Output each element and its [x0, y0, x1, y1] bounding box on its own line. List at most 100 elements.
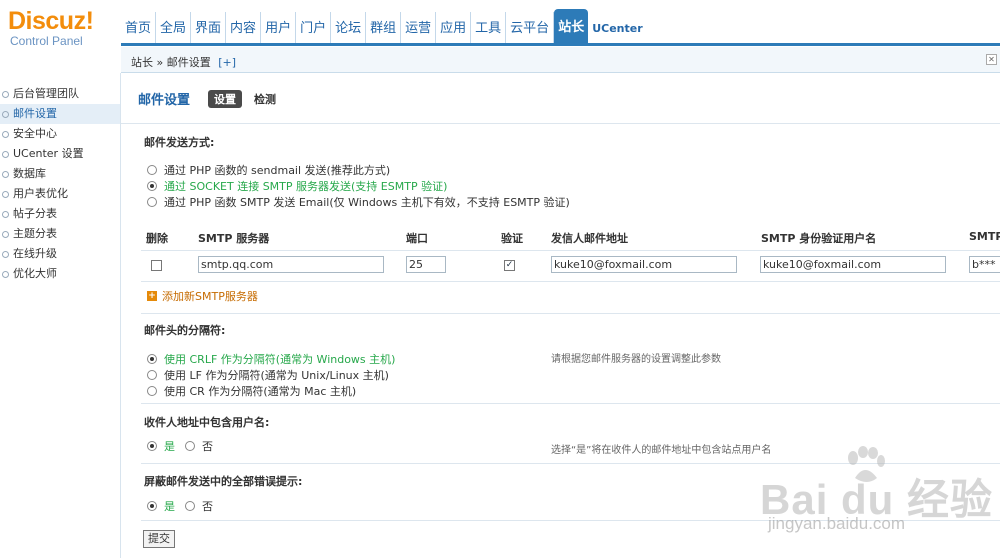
nav-home[interactable]: 首页: [121, 12, 157, 46]
page-title: 邮件设置: [138, 93, 191, 108]
option-yes[interactable]: 是: [147, 498, 175, 514]
logo[interactable]: Discuz! Control Panel: [8, 8, 118, 48]
hide-errors-options: 是 否: [147, 498, 223, 514]
sidebar-item-security[interactable]: 安全中心: [0, 124, 120, 144]
nav-content[interactable]: 内容: [226, 12, 262, 46]
radio-button[interactable]: [147, 501, 157, 511]
sidebar-item-thread-split[interactable]: 主题分表: [0, 224, 120, 244]
separator-option[interactable]: 使用 LF 作为分隔符(通常为 Unix/Linux 主机): [147, 367, 389, 382]
radio-button[interactable]: [147, 385, 157, 396]
separator-option[interactable]: 使用 CRLF 作为分隔符(通常为 Windows 主机): [147, 351, 395, 366]
divider: [141, 403, 1000, 404]
col-port: 端口: [406, 232, 428, 245]
close-icon[interactable]: ✕: [986, 54, 997, 65]
smtp-table-header: 删除 SMTP 服务器 端口 验证 发信人邮件地址 SMTP 身份验证用户名 S…: [141, 226, 1000, 248]
include-user-title: 收件人地址中包含用户名:: [144, 416, 270, 429]
col-password: SMTP: [969, 230, 1000, 243]
smtp-username-input[interactable]: kuke10@foxmail.com: [760, 256, 946, 273]
nav-portal[interactable]: 门户: [296, 12, 332, 46]
col-delete: 删除: [146, 232, 168, 245]
nav-forum[interactable]: 论坛: [331, 12, 367, 46]
smtp-password-input[interactable]: b***: [969, 256, 1000, 273]
nav-webmaster[interactable]: 站长: [554, 9, 589, 46]
delete-checkbox[interactable]: [151, 260, 162, 271]
sidebar-item-admin-team[interactable]: 后台管理团队: [0, 84, 120, 104]
radio-button[interactable]: [185, 501, 195, 511]
send-method-title: 邮件发送方式:: [144, 136, 215, 149]
separator-hint: 请根据您邮件服务器的设置调整此参数: [551, 354, 721, 365]
header: Discuz! Control Panel 首页 全局 界面 内容 用户 门户 …: [0, 0, 1000, 48]
breadcrumb-bar: 站长 » 邮件设置 [+] ✕: [121, 47, 1000, 73]
send-method-option[interactable]: 通过 SOCKET 连接 SMTP 服务器发送(支持 ESMTP 验证): [147, 178, 447, 193]
radio-button[interactable]: [147, 196, 157, 207]
option-yes[interactable]: 是: [147, 438, 175, 454]
sidebar-item-ucenter[interactable]: UCenter 设置: [0, 144, 120, 164]
hide-errors-title: 屏蔽邮件发送中的全部错误提示:: [144, 475, 303, 488]
radio-button[interactable]: [147, 164, 157, 175]
include-user-hint: 选择“是”将在收件人的邮件地址中包含站点用户名: [551, 445, 772, 456]
send-method-option[interactable]: 通过 PHP 函数 SMTP 发送 Email(仅 Windows 主机下有效，…: [147, 194, 570, 209]
sidebar-item-database[interactable]: 数据库: [0, 164, 120, 184]
add-to-favorites-link[interactable]: [+]: [218, 56, 236, 69]
col-auth: 验证: [501, 232, 523, 245]
plus-icon: +: [147, 291, 157, 301]
sidebar-menu: 后台管理团队 邮件设置 安全中心 UCenter 设置 数据库 用户表优化 帖子…: [0, 84, 120, 284]
radio-button[interactable]: [147, 353, 157, 364]
page-header: 邮件设置 设置 检测: [138, 89, 288, 108]
smtp-server-input[interactable]: smtp.qq.com: [198, 256, 384, 273]
nav-users[interactable]: 用户: [261, 12, 297, 46]
option-label: 使用 LF 作为分隔符(通常为 Unix/Linux 主机): [164, 368, 389, 382]
option-label: 通过 SOCKET 连接 SMTP 服务器发送(支持 ESMTP 验证): [164, 179, 448, 193]
separator-option[interactable]: 使用 CR 作为分隔符(通常为 Mac 主机): [147, 383, 356, 398]
col-server: SMTP 服务器: [198, 232, 270, 245]
option-label: 是: [164, 500, 175, 513]
divider: [141, 313, 1000, 314]
nav-apps[interactable]: 应用: [436, 12, 472, 46]
option-label: 通过 PHP 函数 SMTP 发送 Email(仅 Windows 主机下有效，…: [164, 195, 570, 209]
option-no[interactable]: 否: [185, 438, 213, 454]
watermark-url: jingyan.baidu.com: [768, 514, 906, 533]
from-email-input[interactable]: kuke10@foxmail.com: [551, 256, 737, 273]
sidebar-item-mail-settings[interactable]: 邮件设置: [0, 104, 120, 124]
radio-button[interactable]: [185, 441, 195, 451]
option-label: 否: [202, 500, 213, 513]
breadcrumb-path: 站长 » 邮件设置: [131, 56, 211, 69]
col-from: 发信人邮件地址: [551, 232, 628, 245]
sidebar-item-user-table[interactable]: 用户表优化: [0, 184, 120, 204]
nav-operations[interactable]: 运营: [401, 12, 437, 46]
nav-interface[interactable]: 界面: [191, 12, 227, 46]
option-label: 否: [202, 440, 213, 453]
add-smtp-server-button[interactable]: + 添加新SMTP服务器: [147, 288, 258, 304]
submit-button[interactable]: 提交: [143, 530, 175, 548]
sidebar-item-upgrade[interactable]: 在线升级: [0, 244, 120, 264]
sidebar-top: [0, 46, 121, 73]
smtp-port-input[interactable]: 25: [406, 256, 446, 273]
option-label: 通过 PHP 函数的 sendmail 发送(推荐此方式): [164, 163, 391, 177]
option-label: 使用 CR 作为分隔符(通常为 Mac 主机): [164, 384, 357, 398]
nav-groups[interactable]: 群组: [366, 12, 402, 46]
send-method-option[interactable]: 通过 PHP 函数的 sendmail 发送(推荐此方式): [147, 162, 390, 177]
radio-button[interactable]: [147, 441, 157, 451]
include-user-options: 是 否: [147, 438, 223, 454]
option-label: 使用 CRLF 作为分隔符(通常为 Windows 主机): [164, 352, 396, 366]
sidebar-item-post-split[interactable]: 帖子分表: [0, 204, 120, 224]
table-row: smtp.qq.com 25 ✓ kuke10@foxmail.com kuke…: [141, 250, 1000, 282]
baidu-watermark: Bai du 经验 jingyan.baidu.com: [758, 446, 998, 556]
tab-test[interactable]: 检测: [248, 90, 282, 108]
separator-title: 邮件头的分隔符:: [144, 324, 226, 337]
logo-brand: Discuz!: [8, 7, 94, 35]
col-username: SMTP 身份验证用户名: [761, 232, 877, 245]
nav-cloud[interactable]: 云平台: [506, 12, 555, 46]
top-nav: 首页 全局 界面 内容 用户 门户 论坛 群组 运营 应用 工具 云平台 站长 …: [121, 9, 647, 46]
auth-checkbox[interactable]: ✓: [504, 260, 515, 271]
divider: [121, 123, 1000, 124]
radio-button[interactable]: [147, 180, 157, 191]
nav-global[interactable]: 全局: [156, 12, 192, 46]
sidebar: 后台管理团队 邮件设置 安全中心 UCenter 设置 数据库 用户表优化 帖子…: [0, 46, 121, 558]
option-no[interactable]: 否: [185, 498, 213, 514]
nav-ucenter[interactable]: UCenter: [588, 12, 646, 46]
radio-button[interactable]: [147, 369, 157, 380]
nav-tools[interactable]: 工具: [471, 12, 507, 46]
tab-settings[interactable]: 设置: [208, 89, 243, 108]
sidebar-item-optimizer[interactable]: 优化大师: [0, 264, 120, 284]
